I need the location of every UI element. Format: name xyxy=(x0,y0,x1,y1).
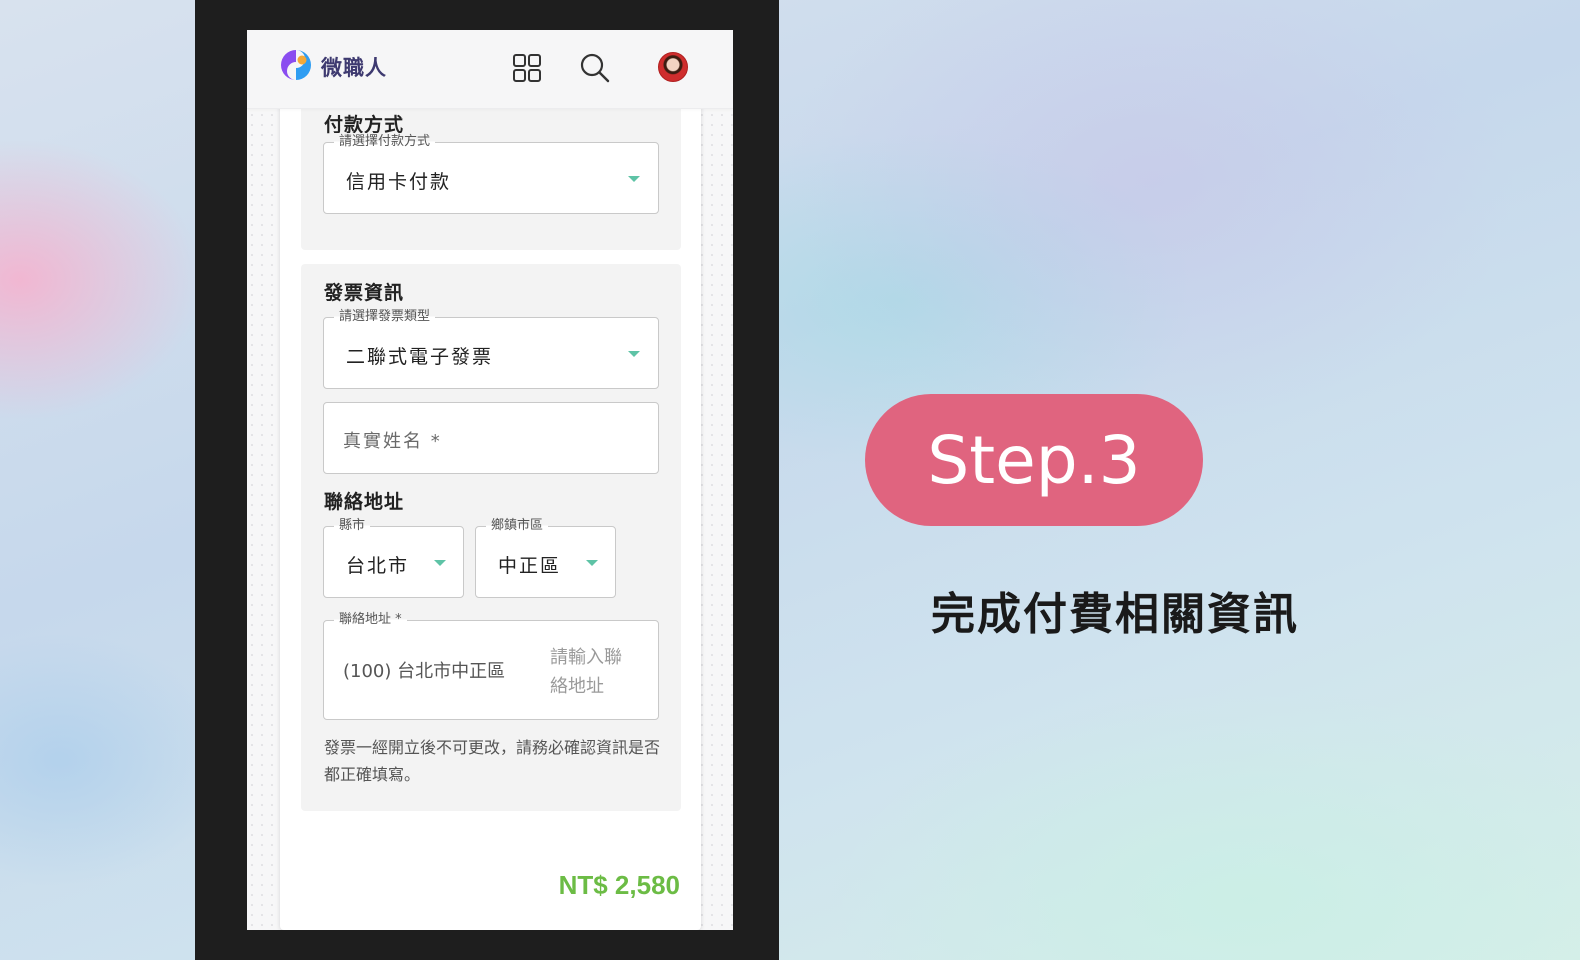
invoice-type-value: 二聯式電子發票 xyxy=(346,346,494,368)
real-name-placeholder: 真實姓名 * xyxy=(343,431,442,452)
step-badge: Step.3 xyxy=(865,394,1203,526)
dropdown-caret-icon xyxy=(434,560,446,566)
total-price: NT$ 2,580 xyxy=(558,870,680,900)
app-header: 微職人 xyxy=(247,30,733,109)
county-select[interactable]: 縣市 台北市 xyxy=(323,517,464,598)
dropdown-caret-icon xyxy=(628,176,640,182)
dropdown-caret-icon xyxy=(628,351,640,357)
address-title: 聯絡地址 xyxy=(324,491,405,513)
payment-method-select[interactable]: 請選擇付款方式 信用卡付款 xyxy=(323,133,659,214)
invoice-type-legend: 請選擇發票類型 xyxy=(334,308,436,325)
invoice-type-select[interactable]: 請選擇發票類型 二聯式電子發票 xyxy=(323,308,659,389)
logo-icon[interactable] xyxy=(279,48,313,82)
avatar[interactable] xyxy=(658,52,688,82)
step-caption: 完成付費相關資訊 xyxy=(931,589,1299,640)
district-legend: 鄉鎮市區 xyxy=(486,517,549,534)
county-value: 台北市 xyxy=(346,555,410,577)
invoice-section: 發票資訊 請選擇發票類型 二聯式電子發票 真實姓名 * 聯絡地址 縣市 台北市 … xyxy=(301,264,681,811)
address-input[interactable]: 聯絡地址 * (100) 台北市中正區 請輸入聯 絡地址 xyxy=(323,611,659,720)
address-prefix: (100) 台北市中正區 xyxy=(343,661,506,682)
address-placeholder: 請輸入聯 絡地址 xyxy=(550,643,622,701)
invoice-note: 發票一經開立後不可更改，請務必確認資訊是否都正確填寫。 xyxy=(324,738,661,784)
phone-screen: 微職人 付款方式 請選擇付款方式 信用卡付款 發票資訊 請選擇發票類型 二聯式電… xyxy=(247,30,733,930)
address-legend: 聯絡地址 * xyxy=(334,611,407,628)
brand-name[interactable]: 微職人 xyxy=(321,52,387,82)
real-name-input[interactable]: 真實姓名 * xyxy=(323,402,659,474)
address-placeholder-line2: 絡地址 xyxy=(550,676,604,697)
payment-method-value: 信用卡付款 xyxy=(346,171,452,193)
checkout-card: 付款方式 請選擇付款方式 信用卡付款 發票資訊 請選擇發票類型 二聯式電子發票 … xyxy=(280,82,701,930)
dropdown-caret-icon xyxy=(586,560,598,566)
apps-grid-icon[interactable] xyxy=(511,52,543,84)
address-placeholder-line1: 請輸入聯 xyxy=(550,647,622,668)
district-select[interactable]: 鄉鎮市區 中正區 xyxy=(475,517,616,598)
district-value: 中正區 xyxy=(498,555,562,577)
search-icon[interactable] xyxy=(579,52,611,84)
payment-method-legend: 請選擇付款方式 xyxy=(334,133,436,150)
invoice-title: 發票資訊 xyxy=(324,282,405,304)
county-legend: 縣市 xyxy=(334,517,371,534)
step-label: Step.3 xyxy=(927,421,1141,499)
phone-frame: 微職人 付款方式 請選擇付款方式 信用卡付款 發票資訊 請選擇發票類型 二聯式電… xyxy=(195,0,779,960)
